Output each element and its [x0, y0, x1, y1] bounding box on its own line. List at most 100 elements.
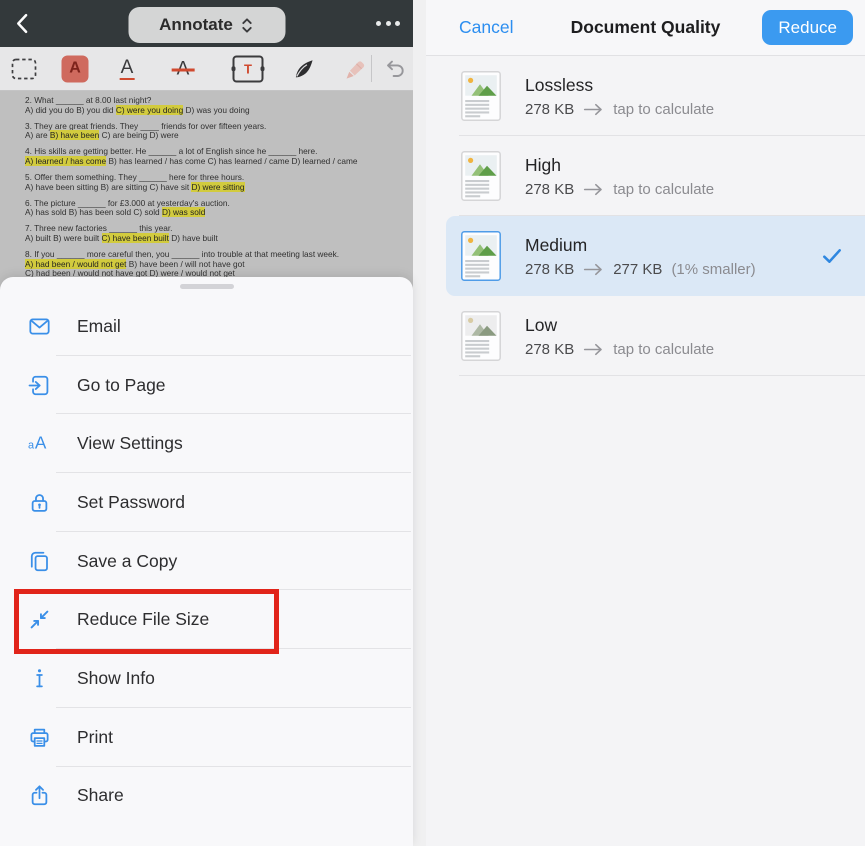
reduce-size-icon [27, 607, 52, 632]
result-note: tap to calculate [613, 101, 714, 118]
highlighted-answer: A) learned / has come [25, 156, 106, 166]
result-size: 277 KB [613, 261, 662, 278]
select-tool[interactable] [11, 58, 37, 80]
menu-item-label: View Settings [77, 433, 183, 454]
menu-item-go-to-page[interactable]: Go to Page [0, 356, 413, 415]
more-options-button[interactable] [376, 0, 400, 47]
result-note: tap to calculate [613, 341, 714, 358]
result-note: tap to calculate [613, 181, 714, 198]
sheet-grabber[interactable] [180, 284, 234, 289]
exam-question: 3. They are great friends. They ____ fri… [25, 122, 401, 141]
menu-item-save-a-copy[interactable]: Save a Copy [0, 532, 413, 591]
exam-question: 2. What ______ at 8.00 last night?A) did… [25, 96, 401, 115]
strikeout-text-tool[interactable]: A [176, 59, 191, 78]
document-quality-screen: Cancel Document Quality Reduce Lossless … [426, 0, 865, 846]
highlighted-answer: A) had been / would not get [25, 259, 126, 269]
page-thumbnail [461, 231, 501, 281]
current-size: 278 KB [525, 101, 574, 118]
page-thumbnail [461, 71, 501, 121]
quality-option-medium[interactable]: Medium 278 KB 277 KB (1% smaller) [446, 216, 865, 296]
navbar: Annotate [0, 0, 413, 47]
page-thumbnail [461, 151, 501, 201]
highlighted-answer: D) were sitting [191, 182, 244, 192]
arrow-right-icon [583, 263, 604, 276]
menu-item-label: Go to Page [77, 375, 166, 396]
back-button[interactable] [11, 11, 37, 37]
exam-question: 8. If you ______ more careful then, you … [25, 250, 401, 278]
view-settings-icon [27, 431, 52, 456]
menu-item-share[interactable]: Share [0, 767, 413, 826]
check-icon [821, 245, 843, 267]
exam-question: 7. Three new factories ______ this year.… [25, 224, 401, 243]
quality-title: Medium [525, 235, 756, 256]
annotation-toolbar: A A A T [0, 47, 413, 91]
highlight-a-icon: A [62, 55, 89, 82]
pen-tool[interactable] [291, 55, 318, 82]
menu-item-set-password[interactable]: Set Password [0, 473, 413, 532]
highlighter-tool[interactable] [343, 55, 370, 82]
printer-icon [27, 725, 52, 750]
highlighted-answer: C) were you doing [116, 105, 183, 115]
highlighted-answer: C) have been built [102, 233, 169, 243]
arrow-right-icon [583, 343, 604, 356]
save-copy-icon [27, 549, 52, 574]
quality-title: Low [525, 315, 714, 336]
current-size: 278 KB [525, 261, 574, 278]
menu-item-label: Share [77, 785, 124, 806]
current-size: 278 KB [525, 181, 574, 198]
menu-item-print[interactable]: Print [0, 708, 413, 767]
dialog-header: Cancel Document Quality Reduce [426, 0, 865, 56]
toolbar-divider [371, 55, 372, 82]
highlight-text-tool[interactable]: A [62, 55, 89, 82]
highlighted-answer: B) have been [50, 130, 99, 140]
quality-title: Lossless [525, 75, 714, 96]
menu-item-label: Email [77, 316, 121, 337]
undo-icon [384, 57, 408, 81]
screenshot: Annotate A A A T 2. What ______ at 8.00 … [0, 0, 865, 846]
exam-question: 6. The picture ______ for £3.000 at yest… [25, 199, 401, 218]
quality-options-list: Lossless 278 KB tap to calculate [426, 56, 865, 376]
current-size: 278 KB [525, 341, 574, 358]
marquee-icon [11, 58, 37, 80]
panel-divider [413, 0, 427, 846]
chevron-updown-icon [241, 15, 254, 36]
arrow-right-icon [583, 183, 604, 196]
menu-item-label: Set Password [77, 492, 185, 513]
menu-item-label: Print [77, 727, 113, 748]
reduce-button[interactable]: Reduce [762, 10, 853, 45]
quality-option-low[interactable]: Low 278 KB tap to calculate [446, 296, 865, 376]
info-icon [27, 666, 52, 691]
quality-option-lossless[interactable]: Lossless 278 KB tap to calculate [446, 56, 865, 136]
exam-question: 5. Offer them something. They ______ her… [25, 173, 401, 192]
text-box-tool[interactable]: T [233, 55, 264, 82]
highlighter-icon [343, 55, 370, 82]
annotate-screen: Annotate A A A T 2. What ______ at 8.00 … [0, 0, 413, 846]
password-lock-icon [27, 490, 52, 515]
menu-item-label: Reduce File Size [77, 609, 209, 630]
underline-text-tool[interactable]: A [120, 58, 135, 80]
cancel-button[interactable]: Cancel [459, 0, 513, 55]
actions-menu: Email Go to Page View Settings Set Passw… [0, 297, 413, 825]
menu-item-label: Show Info [77, 668, 155, 689]
menu-item-view-settings[interactable]: View Settings [0, 414, 413, 473]
undo-button[interactable] [384, 57, 408, 81]
text-box-icon: T [233, 55, 264, 82]
quality-title: High [525, 155, 714, 176]
menu-item-show-info[interactable]: Show Info [0, 649, 413, 708]
go-to-page-icon [27, 373, 52, 398]
document-page: 2. What ______ at 8.00 last night?A) did… [0, 90, 413, 278]
annotate-mode-button[interactable]: Annotate [128, 7, 285, 43]
menu-item-email[interactable]: Email [0, 297, 413, 356]
result-note: (1% smaller) [671, 261, 755, 278]
highlighted-answer: D) was sold [162, 207, 205, 217]
exam-question: 4. His skills are getting better. He ___… [25, 147, 401, 166]
strikeout-a-icon: A [176, 59, 191, 78]
pen-icon [291, 55, 318, 82]
menu-item-label: Save a Copy [77, 551, 177, 572]
quality-option-high[interactable]: High 278 KB tap to calculate [446, 136, 865, 216]
underline-a-icon: A [120, 58, 135, 80]
email-icon [27, 314, 52, 339]
actions-sheet: Email Go to Page View Settings Set Passw… [0, 277, 413, 846]
menu-item-reduce-file-size[interactable]: Reduce File Size [0, 590, 413, 649]
annotate-mode-label: Annotate [159, 15, 233, 35]
